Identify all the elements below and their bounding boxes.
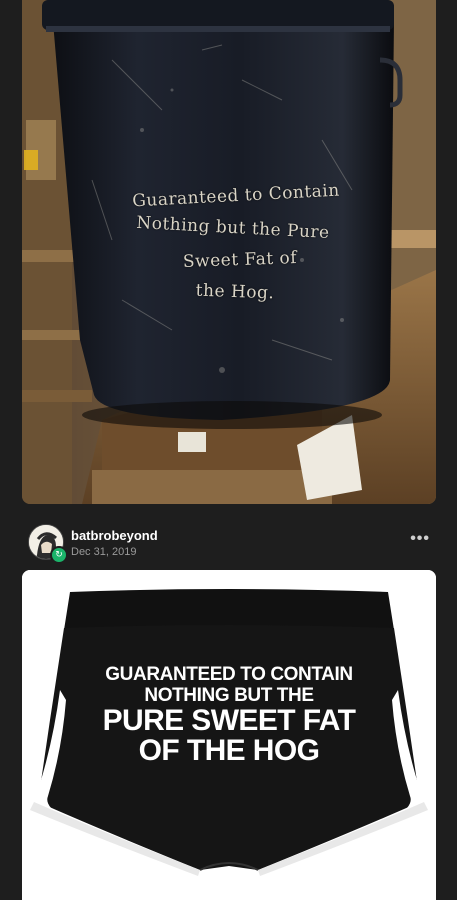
reblog-icon: ↻ [50,546,68,564]
post-header: ↻ batbrobeyond Dec 31, 2019 ••• [22,516,436,564]
shorts-photo[interactable]: GUARANTEED TO CONTAIN NOTHING BUT THE PU… [22,570,436,900]
barrel-photo[interactable]: Guaranteed to Contain Nothing but the Pu… [22,0,436,504]
username-link[interactable]: batbrobeyond [71,528,158,543]
shorts-lettering-line: GUARANTEED TO CONTAIN [105,664,353,685]
shorts-lettering: GUARANTEED TO CONTAIN NOTHING BUT THE PU… [22,664,436,766]
shorts-lettering-line: OF THE HOG [138,734,320,767]
more-options-button[interactable]: ••• [410,530,430,548]
post-date: Dec 31, 2019 [71,546,137,558]
shorts-lettering-line: PURE SWEET FAT [102,704,356,737]
shorts-lettering-line: NOTHING BUT THE [144,685,314,706]
barrel-lettering-line: the Hog. [195,280,275,304]
dashboard-feed: Guaranteed to Contain Nothing but the Pu… [0,0,457,900]
barrel-lettering: Guaranteed to Contain Nothing but the Pu… [100,180,380,308]
